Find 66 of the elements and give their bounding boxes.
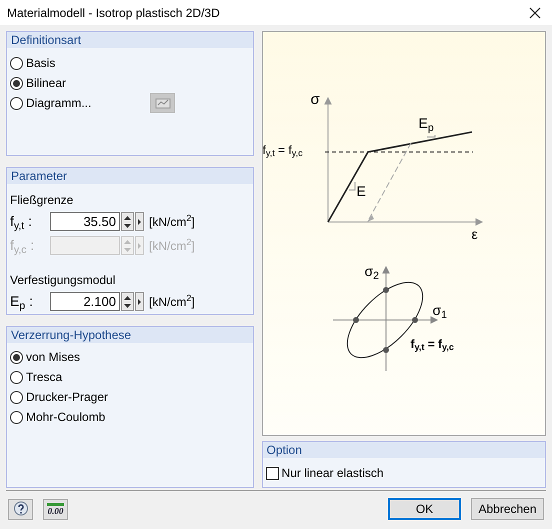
menu-arrow-button[interactable] <box>135 292 144 312</box>
section-heading: Fließgrenze <box>10 192 74 209</box>
unit-label: [kN/cm$^{2}$] <box>149 236 195 255</box>
radio-label: Mohr-Coulomb <box>26 409 106 426</box>
diagram-label: ε <box>472 227 478 241</box>
diagram-label: E <box>356 184 366 198</box>
radio-option[interactable]: Tresca <box>10 367 250 388</box>
field-label: f$_{y,t}$ : <box>10 212 33 232</box>
group-title: Option <box>262 442 545 458</box>
radio-option[interactable]: von Mises <box>10 347 250 368</box>
up-down-arrows-icon <box>123 238 132 254</box>
right-arrow-icon <box>137 242 142 250</box>
spin-button[interactable] <box>121 292 134 312</box>
menu-arrow-button[interactable] <box>135 212 144 232</box>
right-arrow-icon <box>137 298 142 306</box>
radio-option[interactable]: Drucker-Prager <box>10 387 250 408</box>
unit-label: [kN/cm$^{2}$] <box>149 212 195 231</box>
chart-icon <box>154 97 170 109</box>
section-heading: Verfestigungsmodul <box>10 272 116 289</box>
diagram-label: σ$_{1}$ <box>432 303 448 317</box>
up-down-arrows-icon <box>123 294 132 310</box>
number-field[interactable]: 35.50 <box>50 212 120 232</box>
diagram-label: f$_{y,t}$ = f$_{y,c}$ <box>410 338 454 350</box>
checkbox[interactable] <box>266 466 279 480</box>
radio-label: von Mises <box>26 349 80 366</box>
diagram-label: f$_{y,t}$ = f$_{y,c}$ <box>262 144 303 156</box>
field-value: 35.50 <box>83 212 116 231</box>
dialog-button[interactable]: OK <box>388 498 461 520</box>
window-title: Materialmodell - Isotrop plastisch 2D/3D <box>7 4 220 22</box>
radio-button[interactable] <box>10 76 23 90</box>
checkbox-option[interactable]: Nur linear elastisch <box>266 464 542 482</box>
field-label: f$_{y,c}$ : <box>10 236 36 256</box>
number-field[interactable]: 2.100 <box>50 292 120 312</box>
radio-option[interactable]: Bilinear <box>10 73 150 93</box>
radio-label: Bilinear <box>26 75 66 92</box>
help-button[interactable] <box>8 498 33 520</box>
diagram-label: σ$_{2}$ <box>364 264 380 278</box>
radio-button[interactable] <box>10 96 23 110</box>
up-down-arrows-icon <box>123 214 132 230</box>
radio-label: Basis <box>26 55 56 72</box>
right-arrow-icon <box>137 218 142 226</box>
close-icon[interactable] <box>528 6 542 20</box>
units-button[interactable]: 0.00 <box>43 498 68 520</box>
radio-option[interactable]: Diagramm... <box>10 93 150 113</box>
group-title: Definitionsart <box>7 32 253 48</box>
radio-label: Tresca <box>26 369 62 386</box>
radio-button[interactable] <box>10 410 23 424</box>
checkbox-label: Nur linear elastisch <box>282 465 384 482</box>
field-value: 2.100 <box>83 292 116 311</box>
group-title: Parameter <box>7 168 253 184</box>
group-title: Verzerrung-Hypothese <box>7 327 253 344</box>
dialog-button[interactable]: Abbrechen <box>471 498 544 520</box>
radio-button[interactable] <box>10 390 23 404</box>
number-format-label: 0.00 <box>48 506 64 516</box>
help-icon <box>12 501 28 517</box>
spin-button[interactable] <box>121 212 134 232</box>
radio-button[interactable] <box>10 350 23 364</box>
radio-option[interactable]: Mohr-Coulomb <box>10 407 250 428</box>
field-label: E$_{p}$ : <box>10 292 34 312</box>
unit-label: [kN/cm$^{2}$] <box>149 292 195 311</box>
radio-label: Drucker-Prager <box>26 389 108 406</box>
radio-button[interactable] <box>10 370 23 384</box>
radio-option[interactable]: Basis <box>10 53 150 73</box>
radio-label: Diagramm... <box>26 95 92 112</box>
diagram-label: σ <box>310 92 320 107</box>
radio-button[interactable] <box>10 56 23 70</box>
